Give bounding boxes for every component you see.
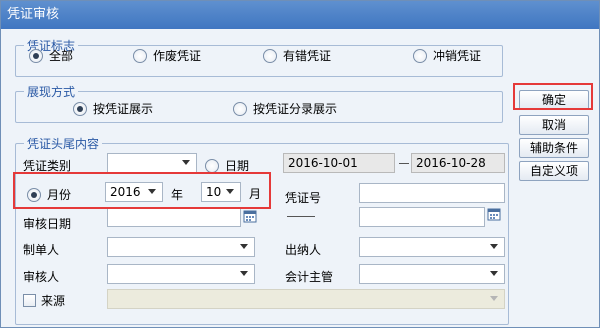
supervisor-combo[interactable] — [359, 264, 505, 284]
maker-label: 制单人 — [23, 243, 60, 257]
chevron-down-icon — [226, 189, 234, 194]
radio-flag-all[interactable]: 全部 — [29, 47, 73, 64]
cashier-combo[interactable] — [359, 237, 505, 257]
date-from-field[interactable]: 2016-10-01 — [283, 153, 395, 173]
radio-flag-reversal[interactable]: 冲销凭证 — [413, 47, 481, 64]
audit-date-from-field[interactable] — [107, 207, 241, 227]
source-combo[interactable] — [107, 289, 505, 309]
voucher-audit-dialog: 凭证审核 凭证标志 全部 作废凭证 有错凭证 冲销凭证 展现方式 按凭证展示 按… — [0, 0, 600, 328]
radio-month-label: 月份 — [47, 188, 72, 202]
chevron-down-icon — [490, 296, 498, 301]
calendar-icon[interactable] — [243, 209, 257, 223]
custom-items-button[interactable]: 自定义项 — [519, 161, 589, 181]
chevron-down-icon — [240, 244, 248, 249]
confirm-button[interactable]: 确定 — [519, 90, 589, 110]
radio-date[interactable]: 日期 — [205, 157, 249, 174]
radio-date-label: 日期 — [225, 159, 250, 173]
cashier-label: 出纳人 — [285, 243, 322, 257]
chevron-down-icon — [490, 244, 498, 249]
auditor-combo[interactable] — [107, 264, 255, 284]
voucher-type-label: 凭证类别 — [23, 159, 72, 173]
radio-by-entry-label: 按凭证分录展示 — [253, 102, 338, 116]
radio-by-voucher[interactable]: 按凭证展示 — [73, 100, 153, 117]
radio-by-entry[interactable]: 按凭证分录展示 — [233, 100, 337, 117]
month-value: 10 — [206, 185, 222, 199]
year-unit-label: 年 — [171, 188, 184, 202]
voucher-no-to-field[interactable] — [359, 207, 485, 227]
radio-flag-error-label: 有错凭证 — [283, 49, 332, 63]
radio-selected-icon — [29, 48, 43, 63]
radio-flag-reversal-label: 冲销凭证 — [433, 49, 482, 63]
voucher-type-combo[interactable] — [107, 153, 197, 173]
month-combo[interactable]: 10 — [201, 182, 241, 202]
source-checkbox[interactable] — [23, 294, 36, 307]
year-value: 2016 — [110, 185, 141, 199]
cancel-button[interactable]: 取消 — [519, 115, 589, 135]
audit-date-label: 审核日期 — [23, 217, 72, 231]
auditor-label: 审核人 — [23, 270, 60, 284]
source-label: 来源 — [41, 294, 66, 308]
supervisor-label: 会计主管 — [285, 270, 334, 284]
radio-flag-error[interactable]: 有错凭证 — [263, 47, 331, 64]
dialog-content: 凭证标志 全部 作废凭证 有错凭证 冲销凭证 展现方式 按凭证展示 按凭证分录展 — [1, 29, 599, 327]
chevron-down-icon — [490, 271, 498, 276]
radio-icon — [133, 48, 147, 63]
radio-flag-all-label: 全部 — [49, 49, 74, 63]
voucher-no-from-field[interactable] — [359, 183, 505, 203]
radio-selected-icon — [27, 187, 41, 202]
auxiliary-conditions-button[interactable]: 辅助条件 — [519, 138, 589, 158]
radio-flag-void-label: 作废凭证 — [153, 49, 202, 63]
date-range-separator — [399, 163, 409, 164]
radio-icon — [205, 158, 219, 173]
radio-selected-icon — [73, 101, 87, 116]
header-footer-legend: 凭证头尾内容 — [27, 137, 100, 151]
radio-flag-void[interactable]: 作废凭证 — [133, 47, 201, 64]
radio-month[interactable]: 月份 — [27, 186, 71, 203]
maker-combo[interactable] — [107, 237, 255, 257]
calendar-icon[interactable] — [487, 207, 501, 221]
date-to-field[interactable]: 2016-10-28 — [411, 153, 505, 173]
year-combo[interactable]: 2016 — [105, 182, 163, 202]
voucher-no-label: 凭证号 — [285, 191, 322, 205]
voucher-no-range-separator — [287, 216, 315, 217]
radio-by-voucher-label: 按凭证展示 — [93, 102, 154, 116]
radio-icon — [233, 101, 247, 116]
window-title: 凭证审核 — [1, 1, 599, 29]
radio-icon — [413, 48, 427, 63]
chevron-down-icon — [182, 160, 190, 165]
radio-icon — [263, 48, 277, 63]
display-mode-legend: 展现方式 — [27, 85, 76, 99]
chevron-down-icon — [240, 271, 248, 276]
month-unit-label: 月 — [249, 187, 262, 201]
chevron-down-icon — [148, 189, 156, 194]
